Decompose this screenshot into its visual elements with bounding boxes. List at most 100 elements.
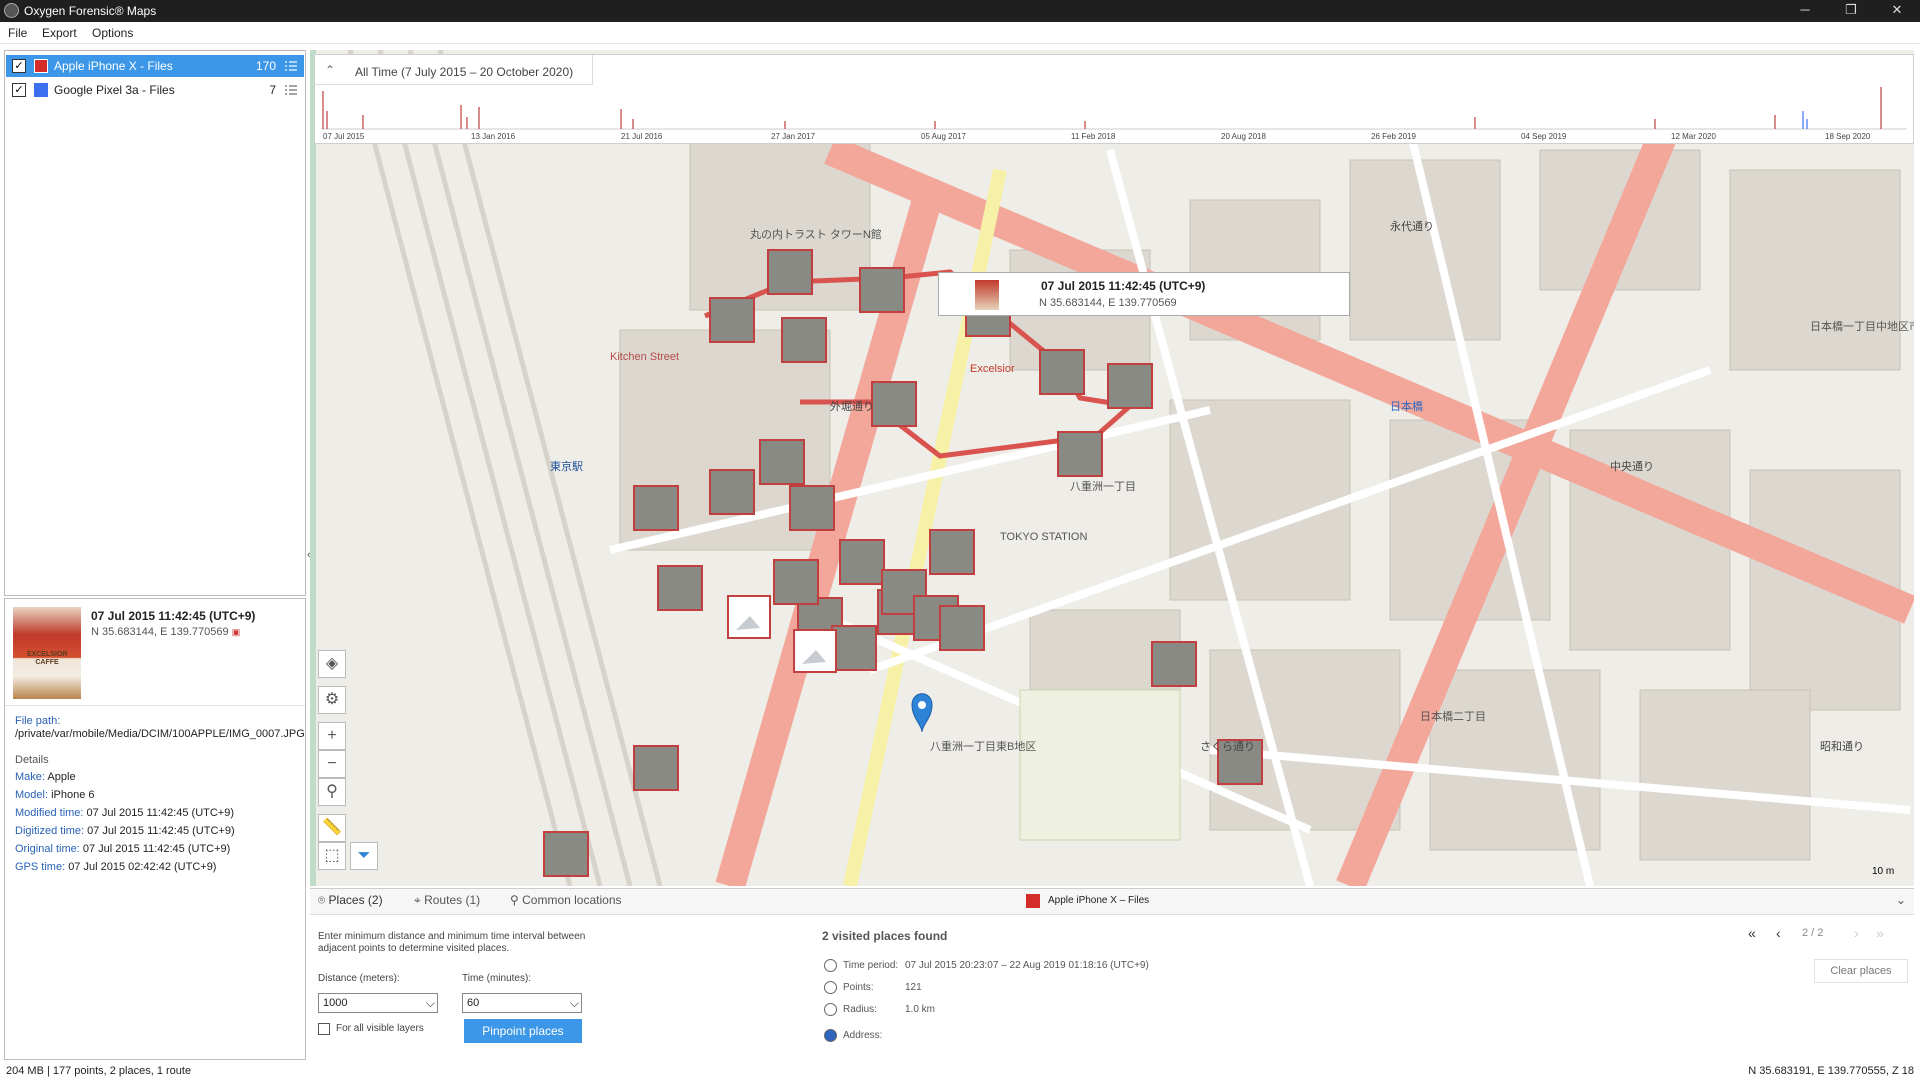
menu-bar: File Export Options xyxy=(0,22,1920,44)
menu-options[interactable]: Options xyxy=(92,26,133,40)
chevron-down-icon: ⌵ xyxy=(425,996,435,1010)
tab-places[interactable]: ⌾ Places (2) xyxy=(318,893,383,908)
map-tooltip: 07 Jul 2015 11:42:45 (UTC+9) N 35.683144… xyxy=(938,272,1350,316)
collapse-panel-icon[interactable]: ⌄ xyxy=(1896,893,1906,907)
distance-label: Distance (meters): xyxy=(318,973,400,984)
timeline-tick: 21 Jul 2016 xyxy=(621,132,663,141)
map-label: 八重洲一丁目東B地区 xyxy=(930,739,1036,753)
map-label: 日本橋 xyxy=(1390,399,1423,413)
file-path: File path: /private/var/mobile/Media/DCI… xyxy=(15,715,305,740)
radius-icon xyxy=(824,1003,837,1016)
close-button[interactable]: ✕ xyxy=(1874,0,1920,22)
time-select[interactable]: 60 ⌵ xyxy=(462,993,582,1013)
map-scale: 10 m xyxy=(1872,866,1895,877)
timeline-tick: 11 Feb 2018 xyxy=(1071,132,1116,141)
map-label: 中央通り xyxy=(1610,460,1654,473)
app-icon xyxy=(4,3,19,18)
tab-common-locations[interactable]: ⚲ Common locations xyxy=(510,893,622,907)
layer-name: Google Pixel 3a - Files xyxy=(54,83,175,97)
places-panel: ⌾ Places (2) ⌖ Routes (1) ⚲ Common locat… xyxy=(310,888,1914,1062)
layer-color-swatch xyxy=(1026,894,1040,908)
places-found: 2 visited places found xyxy=(822,929,948,943)
layers-panel: ✓ Apple iPhone X - Files 170 ✓ Google Pi… xyxy=(4,50,306,596)
all-layers-label: For all visible layers xyxy=(336,1023,424,1034)
timeline-tick: 05 Aug 2017 xyxy=(921,132,966,141)
detail-model: Model: iPhone 6 xyxy=(15,789,95,801)
layer-color-swatch xyxy=(34,83,48,97)
filter-icon[interactable]: ⏷ xyxy=(350,842,378,870)
timeline-tick: 27 Jan 2017 xyxy=(771,132,816,141)
points-row: Points: 121 xyxy=(824,981,922,994)
location-icon xyxy=(824,1029,837,1042)
zoom-in-icon[interactable]: + xyxy=(318,722,346,750)
timeline-tick: 13 Jan 2016 xyxy=(471,132,516,141)
tooltip-timestamp: 07 Jul 2015 11:42:45 (UTC+9) xyxy=(1041,279,1206,293)
places-tabs: ⌾ Places (2) ⌖ Routes (1) ⚲ Common locat… xyxy=(310,889,1914,915)
radius-row: Radius: 1.0 km xyxy=(824,1003,935,1016)
map-label: TOKYO STATION xyxy=(1000,531,1087,543)
map-label: 丸の内トラスト タワーN館 xyxy=(750,227,882,241)
gear-icon[interactable]: ⚙ xyxy=(318,686,346,714)
layer-checkbox[interactable]: ✓ xyxy=(12,59,26,73)
minimize-button[interactable]: ─ xyxy=(1782,0,1828,22)
map-label: 外堀通り xyxy=(830,400,874,413)
timeline-tick: 07 Jul 2015 xyxy=(323,132,365,141)
select-area-icon[interactable]: ⬚ xyxy=(318,842,346,870)
places-hint: Enter minimum distance and minimum time … xyxy=(318,931,586,954)
tab-routes[interactable]: ⌖ Routes (1) xyxy=(414,893,480,908)
pinpoint-places-button[interactable]: Pinpoint places xyxy=(464,1019,582,1043)
prev-page-icon[interactable]: ‹ xyxy=(1776,925,1781,941)
menu-export[interactable]: Export xyxy=(42,26,77,40)
first-page-icon[interactable]: « xyxy=(1748,925,1756,941)
layer-row-pixel[interactable]: ✓ Google Pixel 3a - Files 7 xyxy=(6,79,304,101)
title-bar: Oxygen Forensic® Maps ─ ❐ ✕ xyxy=(0,0,1920,22)
layer-name: Apple iPhone X - Files xyxy=(54,59,173,73)
tooltip-coords: N 35.683144, E 139.770569 xyxy=(1039,297,1177,309)
details-coords: N 35.683144, E 139.770569 ▣ xyxy=(91,626,241,638)
list-icon[interactable] xyxy=(284,59,298,73)
map-label: 東京駅 xyxy=(550,459,583,473)
layer-checkbox[interactable]: ✓ xyxy=(12,83,26,97)
map-label: Excelsior xyxy=(970,363,1015,375)
timeline-panel[interactable]: ⌃ All Time (7 July 2015 – 20 October 202… xyxy=(314,54,1914,144)
zoom-search-icon[interactable]: ⚲ xyxy=(318,778,346,806)
timeline-chart[interactable]: 07 Jul 2015 13 Jan 2016 21 Jul 2016 27 J… xyxy=(315,85,1913,143)
detail-modified: Modified time: 07 Jul 2015 11:42:45 (UTC… xyxy=(15,807,235,819)
map-label: 八重洲一丁目 xyxy=(1070,479,1136,493)
maximize-button[interactable]: ❐ xyxy=(1828,0,1874,22)
clock-icon xyxy=(824,959,837,972)
clear-places-button[interactable]: Clear places xyxy=(1814,959,1908,983)
detail-original: Original time: 07 Jul 2015 11:42:45 (UTC… xyxy=(15,843,231,855)
chevron-down-icon: ⌵ xyxy=(569,996,579,1010)
ruler-icon[interactable]: 📏 xyxy=(318,814,346,842)
next-page-icon[interactable]: › xyxy=(1854,925,1859,941)
timeline-tick: 18 Sep 2020 xyxy=(1825,132,1871,141)
map-label: 日本橋一丁目中地区市街地再開発 xyxy=(1810,319,1914,333)
zoom-out-icon[interactable]: − xyxy=(318,750,346,778)
last-page-icon[interactable]: » xyxy=(1876,925,1884,941)
map-canvas[interactable]: 丸の内トラスト タワーN館 八重洲一丁目 日本橋一丁目中地区市街地再開発 八重洲… xyxy=(310,50,1914,886)
window-title: Oxygen Forensic® Maps xyxy=(24,4,157,18)
status-coords: N 35.683191, E 139.770555, Z 18 xyxy=(1748,1065,1914,1077)
page-indicator: 2 / 2 xyxy=(1802,927,1824,939)
status-left: 204 MB | 177 points, 2 places, 1 route xyxy=(6,1065,192,1077)
copy-coords-icon[interactable]: ▣ xyxy=(232,627,241,637)
time-period-row: Time period: 07 Jul 2015 20:23:07 – 22 Au… xyxy=(824,959,1149,972)
collapse-timeline-icon[interactable]: ⌃ xyxy=(325,63,335,77)
details-header: Details xyxy=(15,754,49,766)
layer-count: 170 xyxy=(255,59,276,73)
timeline-tick: 04 Sep 2019 xyxy=(1521,132,1567,141)
timeline-tick: 20 Aug 2018 xyxy=(1221,132,1266,141)
pin-icon xyxy=(824,981,837,994)
address-row: Address: xyxy=(824,1029,905,1042)
distance-select[interactable]: 1000 ⌵ xyxy=(318,993,438,1013)
all-layers-checkbox[interactable] xyxy=(318,1023,330,1035)
layers-icon[interactable]: ◈ xyxy=(318,650,346,678)
timeline-tick: 26 Feb 2019 xyxy=(1371,132,1416,141)
list-icon[interactable] xyxy=(284,83,298,97)
menu-file[interactable]: File xyxy=(8,26,27,40)
map-label: さくら通り xyxy=(1200,740,1255,753)
map-label: 昭和通り xyxy=(1820,740,1864,753)
layer-row-iphone[interactable]: ✓ Apple iPhone X - Files 170 xyxy=(6,55,304,77)
detail-digitized: Digitized time: 07 Jul 2015 11:42:45 (UT… xyxy=(15,825,235,837)
